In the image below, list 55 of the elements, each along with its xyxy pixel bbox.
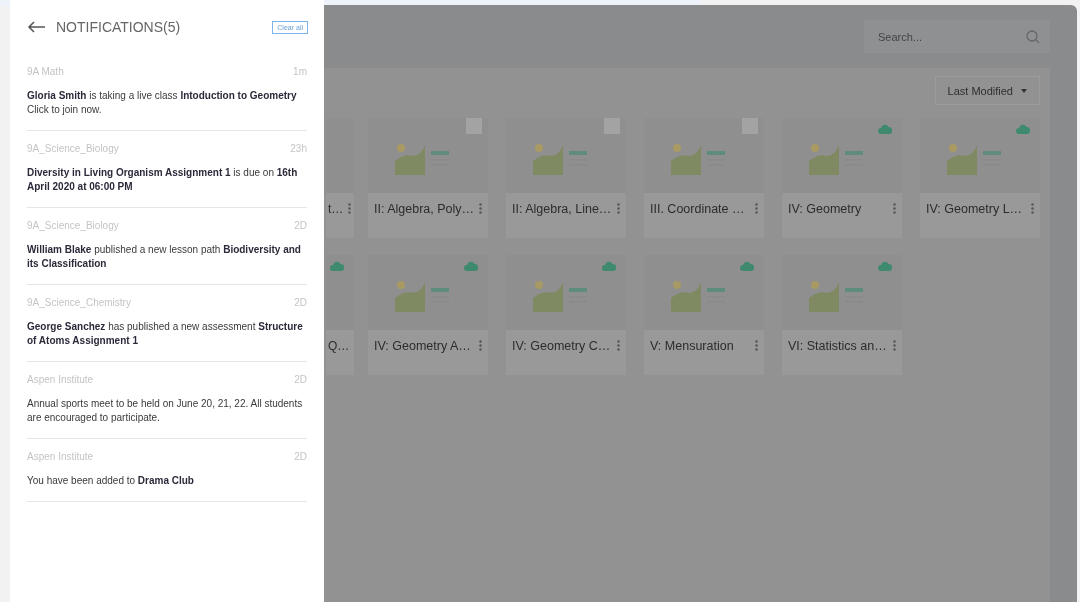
lesson-card[interactable]: t…: [326, 118, 354, 238]
more-options-icon[interactable]: [1031, 203, 1034, 214]
more-options-icon[interactable]: [755, 203, 758, 214]
more-options-icon[interactable]: [479, 340, 482, 351]
search-icon: [1026, 30, 1040, 44]
more-options-icon[interactable]: [893, 340, 896, 351]
notification-message[interactable]: George Sanchez has published a new assessment Structure of Atoms Assignment 1: [27, 320, 307, 348]
sort-dropdown[interactable]: Last Modified: [934, 76, 1040, 105]
notification-source: 9A Math: [27, 66, 64, 77]
lesson-card[interactable]: IV: Geometry L…: [920, 118, 1040, 238]
lesson-card[interactable]: IV: Geometry C…: [506, 255, 626, 375]
lesson-card[interactable]: IV: Geometry: [782, 118, 902, 238]
notification-message[interactable]: Annual sports meet to be held on June 20, 21, 22. All students are encouraged to participate.: [27, 397, 307, 425]
more-options-icon[interactable]: [755, 340, 758, 351]
card-title: IV: Geometry A…: [374, 338, 471, 353]
card-title: V: Mensuration: [650, 338, 734, 353]
more-options-icon[interactable]: [348, 203, 351, 214]
card-title: II: Algebra, Line…: [512, 201, 612, 216]
card-title: IV: Geometry: [788, 201, 862, 216]
card-title: III. Coordinate …: [650, 201, 745, 216]
notification-source: 9A_Science_Biology: [27, 143, 119, 154]
notification-time: 2D: [294, 220, 307, 231]
more-options-icon[interactable]: [617, 340, 620, 351]
caret-icon: [1021, 88, 1027, 93]
notification-message[interactable]: You have been added to Drama Club: [27, 474, 307, 488]
notification-time: 23h: [290, 143, 307, 154]
notification-message[interactable]: Gloria Smith is taking a live class Intoduction to Geometry Click to join now.: [27, 89, 307, 117]
lesson-card[interactable]: III. Coordinate …: [644, 118, 764, 238]
panel-title: NOTIFICATIONS(5): [56, 19, 182, 35]
notification-time: 2D: [294, 451, 307, 462]
card-title: Q…: [328, 338, 350, 353]
lesson-card[interactable]: IV: Geometry A…: [368, 255, 488, 375]
more-options-icon[interactable]: [479, 203, 482, 214]
notification-message[interactable]: Diversity in Living Organism Assignment 1 is due on 16th April 2020 at 06:00 PM: [27, 166, 307, 194]
card-title: IV: Geometry L…: [926, 201, 1023, 216]
more-options-icon[interactable]: [617, 203, 620, 214]
more-options-icon[interactable]: [893, 203, 896, 214]
card-title: VI: Statistics an…: [788, 338, 887, 353]
notification-source: Aspen Institute: [27, 374, 94, 385]
lesson-card[interactable]: II: Algebra, Line…: [506, 118, 626, 238]
card-title: t…: [328, 201, 344, 216]
lesson-card[interactable]: II: Algebra, Poly…: [368, 118, 488, 238]
notification-source: Aspen Institute: [27, 451, 94, 462]
card-title: IV: Geometry C…: [512, 338, 611, 353]
notification-source: 9A_Science_Biology: [27, 220, 119, 231]
notification-message[interactable]: William Blake published a new lesson path Biodiversity and its Classification: [27, 243, 307, 271]
card-title: II: Algebra, Poly…: [374, 201, 475, 216]
notification-source: 9A_Science_Chemistry: [27, 297, 131, 308]
lesson-card[interactable]: VI: Statistics an…: [782, 255, 902, 375]
back-arrow-icon[interactable]: [27, 21, 46, 33]
notification-time: 2D: [294, 374, 307, 385]
lesson-card[interactable]: Q…: [326, 255, 354, 375]
notification-time: 2D: [294, 297, 307, 308]
lesson-card[interactable]: V: Mensuration: [644, 255, 764, 375]
search-field[interactable]: Search...: [864, 20, 1050, 53]
